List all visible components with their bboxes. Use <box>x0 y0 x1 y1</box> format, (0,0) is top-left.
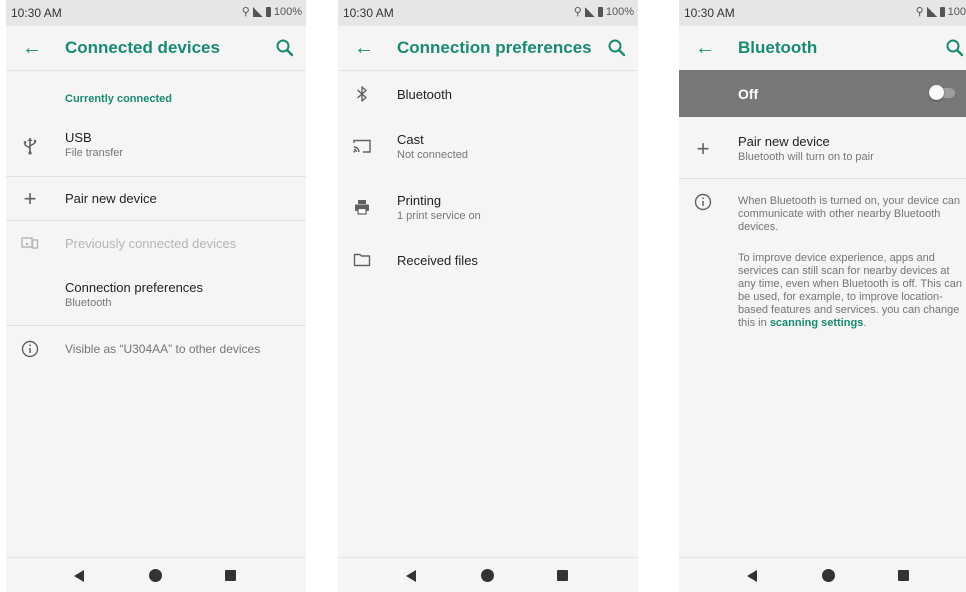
plus-icon: + <box>23 186 37 211</box>
app-bar: ← Bluetooth <box>679 26 966 71</box>
system-icons: ⚲ 100% <box>573 5 634 19</box>
screen-bluetooth: 10:30 AM ⚲ 100 ← Bluetooth Off + Pair ne… <box>679 0 966 592</box>
printer-icon <box>355 200 369 215</box>
nav-recents-icon[interactable] <box>898 570 909 581</box>
system-icons: ⚲ 100% <box>241 5 302 19</box>
search-icon[interactable] <box>274 37 296 59</box>
back-arrow-icon[interactable]: ← <box>22 38 42 58</box>
divider <box>6 325 306 326</box>
screen-connection-preferences: 10:30 AM ⚲ 100% ← Connection preferences… <box>338 0 638 592</box>
nav-back-icon[interactable] <box>74 570 84 582</box>
section-header: Currently connected <box>65 93 172 105</box>
list-item-received-files[interactable]: Received files <box>338 244 638 280</box>
scanning-info-end: . <box>863 317 867 329</box>
status-time: 10:30 AM <box>684 6 735 20</box>
status-bar: 10:30 AM ⚲ 100 <box>679 0 966 26</box>
previously-connected-label: Previously connected devices <box>65 236 237 251</box>
status-bar: 10:30 AM ⚲ 100% <box>338 0 638 26</box>
nav-recents-icon[interactable] <box>557 570 568 581</box>
scanning-info-text: To improve device experience, apps and s… <box>738 252 962 330</box>
wifi-calling-icon: ⚲ <box>573 6 582 18</box>
nav-back-icon[interactable] <box>747 570 757 582</box>
info-icon <box>21 340 39 358</box>
connection-preferences-subtitle: Bluetooth <box>65 297 112 309</box>
switch-knob <box>929 85 944 100</box>
signal-icon <box>584 6 595 17</box>
back-arrow-icon[interactable]: ← <box>354 38 374 58</box>
nav-home-icon[interactable] <box>481 569 494 582</box>
navigation-bar <box>338 557 638 592</box>
divider <box>679 178 966 179</box>
wifi-calling-icon: ⚲ <box>915 6 924 18</box>
connection-preferences-title: Connection preferences <box>65 280 204 295</box>
status-time: 10:30 AM <box>11 6 62 20</box>
list-item-pair-new-device[interactable]: + Pair new device Bluetooth will turn on… <box>679 126 966 172</box>
list-item-previously-connected: Previously connected devices <box>6 226 306 260</box>
nav-recents-icon[interactable] <box>225 570 236 581</box>
search-icon[interactable] <box>606 37 628 59</box>
search-icon[interactable] <box>944 37 966 59</box>
bluetooth-switch[interactable] <box>929 85 955 100</box>
usb-icon <box>23 138 37 155</box>
list-item-connection-preferences[interactable]: Connection preferences Bluetooth <box>6 272 306 318</box>
battery-percent: 100% <box>605 5 634 18</box>
printing-subtitle: 1 print service on <box>397 210 481 222</box>
folder-icon <box>353 253 371 267</box>
list-item-printing[interactable]: Printing 1 print service on <box>338 185 638 231</box>
info-icon <box>694 193 712 211</box>
navigation-bar <box>679 557 966 592</box>
plus-icon: + <box>696 136 710 161</box>
list-item-cast[interactable]: Cast Not connected <box>338 124 638 170</box>
navigation-bar <box>6 557 306 592</box>
signal-icon <box>926 6 937 17</box>
bluetooth-label: Bluetooth <box>397 87 452 102</box>
bluetooth-icon <box>357 86 367 102</box>
usb-title: USB <box>65 130 92 145</box>
page-title: Connection preferences <box>397 38 592 57</box>
list-item-pair-new-device[interactable]: + Pair new device <box>6 180 306 218</box>
printing-title: Printing <box>397 193 442 208</box>
visibility-info: Visible as “U304AA” to other devices <box>6 334 306 362</box>
divider <box>6 220 306 221</box>
devices-icon <box>21 237 39 249</box>
nav-back-icon[interactable] <box>406 570 416 582</box>
system-icons: ⚲ 100 <box>915 5 966 19</box>
list-item-bluetooth[interactable]: Bluetooth <box>338 76 638 112</box>
toggle-label: Off <box>738 86 759 102</box>
bluetooth-master-toggle[interactable]: Off <box>679 70 966 117</box>
nav-home-icon[interactable] <box>149 569 162 582</box>
pair-new-device-subtitle: Bluetooth will turn on to pair <box>738 151 874 163</box>
signal-icon <box>252 6 263 17</box>
cast-icon <box>353 139 371 153</box>
list-item-usb[interactable]: USB File transfer <box>6 122 306 170</box>
page-title: Connected devices <box>65 38 220 57</box>
app-bar: ← Connection preferences <box>338 26 638 71</box>
battery-percent: 100% <box>273 5 302 18</box>
wifi-calling-icon: ⚲ <box>241 6 250 18</box>
screen-connected-devices: 10:30 AM ⚲ 100% ← Connected devices Curr… <box>6 0 306 592</box>
pair-new-device-label: Pair new device <box>65 191 157 206</box>
nav-home-icon[interactable] <box>822 569 835 582</box>
cast-title: Cast <box>397 132 424 147</box>
back-arrow-icon[interactable]: ← <box>695 38 715 58</box>
scanning-settings-link[interactable]: scanning settings <box>770 317 864 329</box>
divider <box>6 176 306 177</box>
battery-icon <box>597 6 603 17</box>
battery-percent: 100 <box>947 5 966 18</box>
cast-subtitle: Not connected <box>397 149 468 161</box>
page-title: Bluetooth <box>738 38 818 57</box>
received-files-label: Received files <box>397 253 478 268</box>
visibility-text: Visible as “U304AA” to other devices <box>65 342 261 356</box>
status-time: 10:30 AM <box>343 6 394 20</box>
app-bar: ← Connected devices <box>6 26 306 71</box>
battery-icon <box>265 6 271 17</box>
status-bar: 10:30 AM ⚲ 100% <box>6 0 306 26</box>
pair-new-device-title: Pair new device <box>738 134 830 149</box>
usb-subtitle: File transfer <box>65 147 124 159</box>
bluetooth-info-text: When Bluetooth is turned on, your device… <box>738 195 960 233</box>
battery-icon <box>939 6 945 17</box>
